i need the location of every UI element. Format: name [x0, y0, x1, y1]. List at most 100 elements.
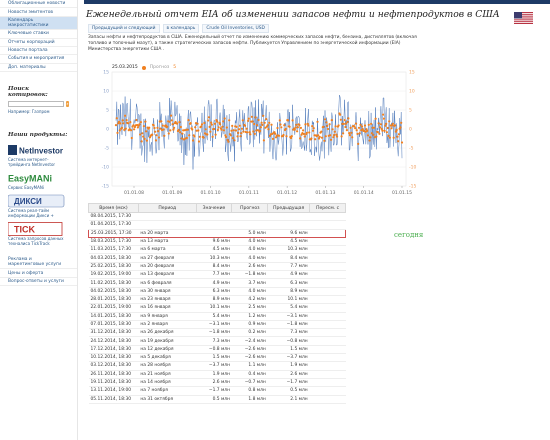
table-cell-period: на 27 февраля: [138, 253, 197, 263]
sidebar-nav-item[interactable]: Новости портала: [0, 47, 77, 56]
forecast-point: [241, 119, 244, 122]
sidebar-bottom-link[interactable]: Цены и оферта: [0, 269, 77, 278]
table-cell-value: −0.8 млн: [196, 345, 232, 355]
forecast-point: [117, 120, 121, 123]
table-cell-forecast: 0.9 млн: [231, 320, 268, 330]
table-cell-previous: 7.3 млн: [267, 328, 310, 338]
forecast-point: [359, 123, 362, 126]
table-cell-time: 26.11.2014, 18:30: [88, 370, 139, 379]
column-header[interactable]: Прогноз: [231, 203, 269, 213]
forecast-point: [220, 128, 223, 131]
forecast-point: [130, 136, 133, 140]
forecast-point: [312, 127, 315, 130]
link-crude-oil[interactable]: Crude Oil Inventories, USD: [202, 24, 269, 33]
product-tick[interactable]: TICK Система запросов данных техналиса T…: [8, 221, 69, 246]
table-row: 19.02.2015, 19:00 на 13 февраля 7.7 млн −1.…: [88, 270, 346, 280]
forecast-point: [176, 122, 179, 125]
table-cell-time: 19.02.2015, 19:00: [88, 270, 139, 280]
product-netinvestor[interactable]: NetInvestor Система интернет-трейдинга N…: [8, 142, 69, 167]
table-cell-forecast: −2.4 млн: [231, 336, 268, 346]
forecast-point: [189, 122, 192, 125]
table-cell-revised: [309, 378, 346, 388]
forecast-point: [305, 131, 308, 134]
link-prev-next[interactable]: Предыдущий и следующий: [88, 24, 160, 33]
forecast-point: [348, 132, 351, 135]
product-label: Система интернет-трейдинга NetInvestor: [8, 157, 56, 167]
table-cell-forecast: 0.8 млн: [231, 386, 268, 396]
forecast-point: [247, 119, 250, 122]
product-easymani[interactable]: EasyMANi Сервис EasyMANi: [8, 170, 69, 190]
sidebar-nav-item[interactable]: События и мероприятия: [0, 55, 77, 64]
forecast-point: [268, 121, 271, 124]
forecast-point: [400, 141, 404, 144]
sidebar-bottom-link[interactable]: Реклама и маркетинговые услуги: [0, 256, 77, 270]
table-cell-time: 08.04.2015, 17:30: [88, 212, 139, 222]
forecast-point: [354, 127, 357, 130]
forecast-point: [346, 120, 349, 123]
forecast-point: [187, 119, 190, 122]
sidebar-nav-item[interactable]: Новости эмитентов: [0, 8, 77, 17]
table-cell-time: 17.12.2014, 18:30: [88, 345, 139, 355]
forecast-point: [167, 132, 170, 135]
column-header[interactable]: Время (мск): [88, 203, 139, 213]
products-title: Наши продукты:: [8, 132, 68, 138]
y-tick-label-right: -5: [409, 146, 414, 152]
column-header[interactable]: Период: [137, 203, 197, 213]
table-cell-previous: 8.4 млн: [267, 253, 310, 263]
forecast-point: [395, 128, 398, 132]
sidebar-nav-item[interactable]: Облигационные новости: [0, 0, 77, 9]
forecast-point: [397, 133, 401, 136]
forecast-point: [213, 127, 216, 131]
forecast-point: [178, 121, 181, 124]
forecast-point: [242, 130, 245, 133]
table-cell-forecast: [231, 212, 268, 222]
table-cell-previous: −3.7 млн: [267, 353, 310, 363]
table-cell-revised: [309, 312, 346, 321]
table-cell-value: [196, 228, 232, 238]
forecast-point: [335, 133, 338, 136]
sidebar-nav-item[interactable]: Отчеты корпораций: [0, 39, 77, 47]
forecast-point: [285, 135, 288, 138]
forecast-point: [381, 129, 384, 132]
svg-text:NetInvestor: NetInvestor: [19, 146, 63, 155]
forecast-point: [317, 134, 320, 137]
forecast-point: [153, 126, 156, 130]
product-diksi[interactable]: ДИКСИ Система реал-тайм информации Дикси…: [8, 193, 69, 218]
forecast-point: [314, 138, 317, 141]
sidebar-nav-item[interactable]: Календарь макростатистики: [0, 16, 77, 31]
forecast-point: [211, 135, 214, 138]
column-header[interactable]: Значение: [195, 203, 233, 213]
table-cell-previous: [267, 220, 310, 230]
forecast-point: [324, 135, 327, 138]
forecast-point: [210, 121, 213, 124]
sidebar-nav-item[interactable]: Доп. материалы: [0, 64, 77, 72]
table-cell-period: на 2 января: [138, 320, 197, 330]
y-tick-label-right: -15: [409, 184, 416, 190]
table-row: 28.01.2015, 18:30 на 23 января 8.9 млн 4.2 …: [88, 295, 346, 305]
chart-canvas[interactable]: 15 10 5 0 -5 -10 -15 15 10 5 0 -5 -10 -15 01.01.08 01.0…: [84, 62, 424, 197]
quote-search-input[interactable]: [8, 101, 64, 107]
easymani-logo: EasyMANi: [8, 170, 69, 185]
forecast-point: [196, 122, 199, 125]
forecast-point: [145, 139, 148, 142]
forecast-point: [143, 137, 146, 140]
table-row: 19.11.2014, 18:30 на 14 ноября 2.6 млн −0.7…: [88, 378, 346, 388]
table-cell-period: [138, 212, 197, 222]
sidebar-bottom-link[interactable]: Вопрос-ответы и услуги: [0, 278, 77, 287]
forecast-point: [257, 118, 260, 122]
y-tick-label-left: -5: [105, 146, 110, 152]
search-button[interactable]: ⌕: [66, 101, 69, 107]
forecast-point: [295, 123, 298, 126]
table-cell-period: на 28 ноября: [138, 361, 197, 371]
link-calendar[interactable]: в календарь: [162, 24, 200, 33]
table-cell-previous: 10.3 млн: [267, 245, 310, 255]
forecast-point: [139, 121, 142, 124]
table-cell-previous: −1.8 млн: [267, 320, 310, 330]
column-header[interactable]: Пересм. с: [309, 203, 346, 213]
forecast-point: [236, 135, 239, 138]
sidebar-nav-item[interactable]: Ключевые ставки: [0, 30, 77, 39]
forecast-point: [333, 134, 336, 137]
forecast-point: [169, 129, 172, 132]
forecast-point: [114, 124, 118, 127]
column-header[interactable]: Предыдущая: [267, 203, 311, 213]
